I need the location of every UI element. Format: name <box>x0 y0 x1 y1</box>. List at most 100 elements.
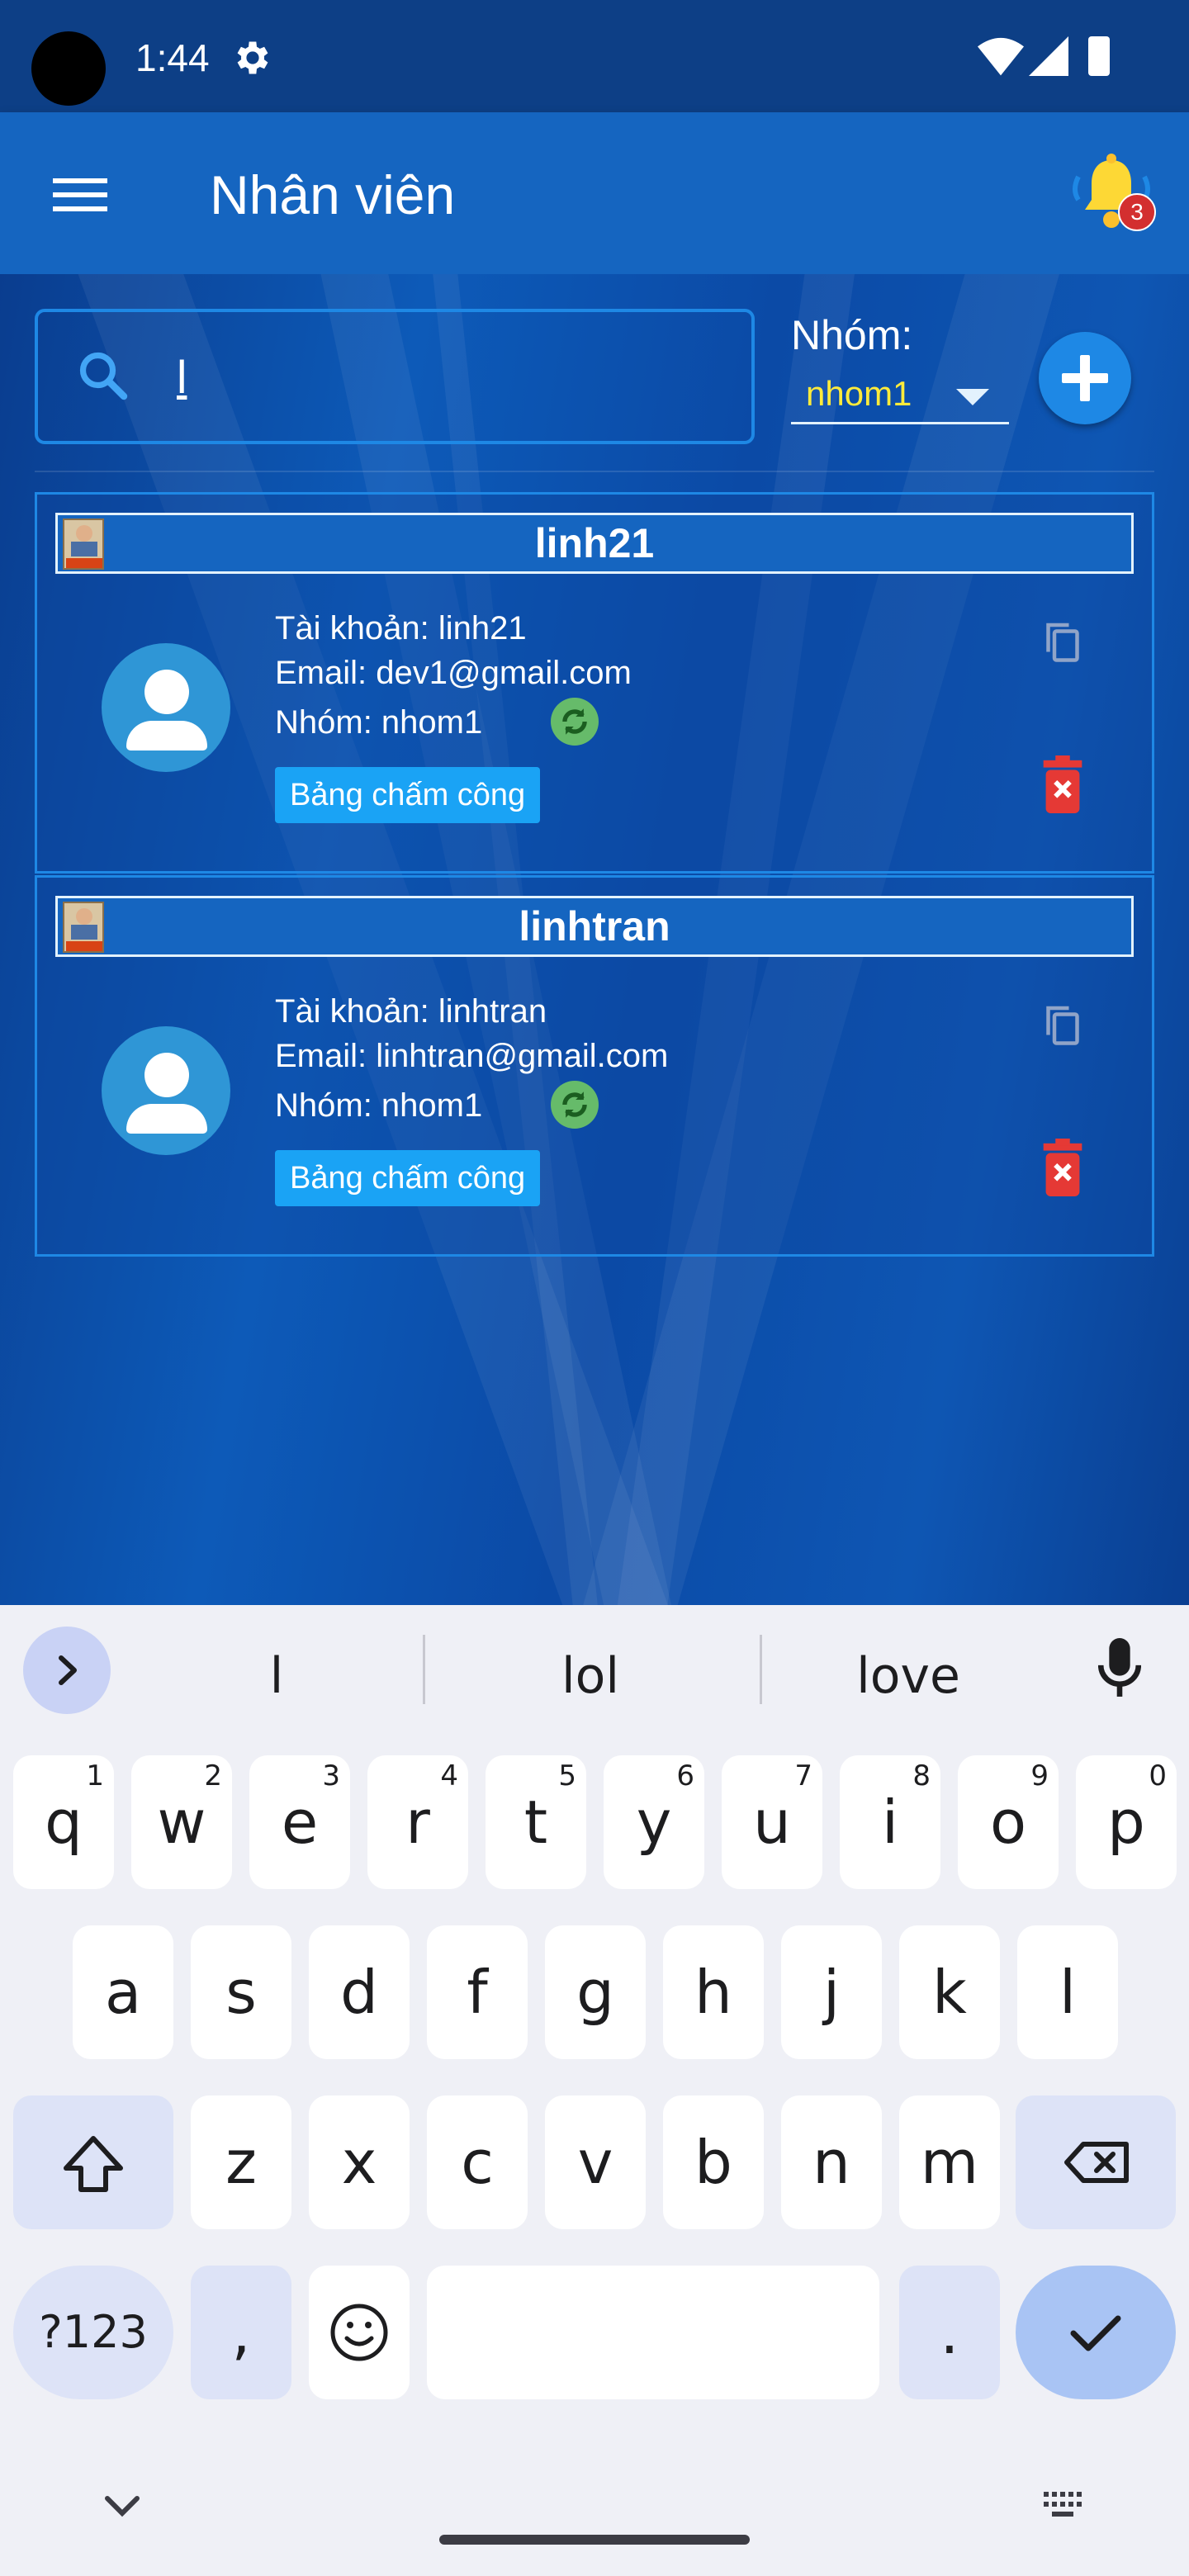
space-key[interactable] <box>427 2266 879 2399</box>
symbols-key[interactable]: ?123 <box>13 2266 173 2399</box>
period-key[interactable]: . <box>899 2266 1000 2399</box>
backspace-key[interactable] <box>1016 2095 1176 2229</box>
notification-count: 3 <box>1130 199 1144 225</box>
email-text: Email: dev1@gmail.com <box>275 655 632 691</box>
gesture-nav-handle[interactable] <box>439 2535 750 2545</box>
suggestion-item[interactable]: love <box>784 1636 1032 1716</box>
account-text: Tài khoản: linhtran <box>275 993 547 1030</box>
key-hint: 4 <box>440 1759 458 1792</box>
key-r[interactable]: r4 <box>367 1755 468 1889</box>
employee-card[interactable]: linh21 Tài khoản: linh21 Email: dev1@gma… <box>35 492 1154 874</box>
key-f[interactable]: f <box>427 1925 528 2059</box>
key-label: e <box>281 1788 319 1857</box>
notification-button[interactable]: 3 <box>1065 150 1158 243</box>
key-s[interactable]: s <box>191 1925 291 2059</box>
key-e[interactable]: e3 <box>249 1755 350 1889</box>
suggestion-divider <box>760 1635 762 1704</box>
microphone-icon[interactable] <box>1098 1638 1141 1701</box>
key-label: q <box>45 1788 83 1857</box>
group-dropdown[interactable]: nhom1 <box>791 367 1009 424</box>
sync-group-icon[interactable] <box>551 1081 599 1129</box>
key-k[interactable]: k <box>899 1925 1000 2059</box>
timesheet-button[interactable]: Bảng chấm công <box>275 1150 541 1206</box>
key-l[interactable]: l <box>1017 1925 1118 2059</box>
key-j[interactable]: j <box>781 1925 882 2059</box>
emoji-key[interactable] <box>309 2266 410 2399</box>
copy-icon[interactable] <box>1038 617 1087 666</box>
employee-card[interactable]: linhtran Tài khoản: linhtran Email: linh… <box>35 875 1154 1257</box>
enter-key[interactable] <box>1016 2266 1176 2399</box>
key-a[interactable]: a <box>73 1925 173 2059</box>
key-y[interactable]: y6 <box>604 1755 704 1889</box>
chevron-down-icon <box>956 389 989 405</box>
group-dropdown-value: nhom1 <box>806 374 912 413</box>
account-text: Tài khoản: linh21 <box>275 610 527 646</box>
signal-icon <box>1029 36 1068 76</box>
email-text: Email: linhtran@gmail.com <box>275 1038 669 1074</box>
menu-icon[interactable] <box>53 178 107 211</box>
key-n[interactable]: n <box>781 2095 882 2229</box>
key-hint: 3 <box>322 1759 340 1792</box>
add-employee-button[interactable] <box>1039 332 1131 424</box>
employee-card-header: linh21 <box>55 513 1134 574</box>
key-o[interactable]: o9 <box>958 1755 1059 1889</box>
key-label: p <box>1107 1788 1145 1857</box>
key-q[interactable]: q1 <box>13 1755 114 1889</box>
app-bar: Nhân viên 3 <box>0 112 1189 274</box>
key-b[interactable]: b <box>663 2095 764 2229</box>
key-g[interactable]: g <box>545 1925 646 2059</box>
key-z[interactable]: z <box>191 2095 291 2229</box>
suggestion-divider <box>423 1635 425 1704</box>
employee-card-header: linhtran <box>55 896 1134 957</box>
key-hint: 8 <box>912 1759 931 1792</box>
notification-badge: 3 <box>1118 193 1156 231</box>
sync-group-icon[interactable] <box>551 698 599 746</box>
delete-icon[interactable] <box>1038 1139 1087 1196</box>
backspace-icon <box>1064 2142 1129 2183</box>
key-t[interactable]: t5 <box>486 1755 586 1889</box>
hide-keyboard-icon[interactable] <box>101 2490 144 2520</box>
keyboard <box>0 1605 1189 2576</box>
key-h[interactable]: h <box>663 1925 764 2059</box>
key-hint: 2 <box>204 1759 222 1792</box>
content-area: l Nhóm: nhom1 linh21 Tài khoản: linh21 E… <box>0 274 1189 1605</box>
key-w[interactable]: w2 <box>131 1755 232 1889</box>
plus-icon <box>1039 332 1131 424</box>
key-hint: 7 <box>794 1759 812 1792</box>
key-x[interactable]: x <box>309 2095 410 2229</box>
group-text: Nhóm: nhom1 <box>275 704 483 741</box>
delete-icon[interactable] <box>1038 755 1087 813</box>
key-hint: 6 <box>676 1759 694 1792</box>
expand-toolbar-button[interactable] <box>23 1627 111 1714</box>
key-c[interactable]: c <box>427 2095 528 2229</box>
emoji-icon <box>330 2304 388 2361</box>
comma-key[interactable]: , <box>191 2266 291 2399</box>
copy-icon[interactable] <box>1038 1000 1087 1049</box>
key-u[interactable]: u7 <box>722 1755 822 1889</box>
timesheet-button[interactable]: Bảng chấm công <box>275 767 541 823</box>
key-label: u <box>753 1788 791 1857</box>
key-label: o <box>989 1788 1027 1857</box>
key-v[interactable]: v <box>545 2095 646 2229</box>
keyboard-switch-icon[interactable] <box>1040 2487 1090 2523</box>
employee-name: linh21 <box>534 520 655 566</box>
shift-key[interactable] <box>13 2095 173 2229</box>
key-m[interactable]: m <box>899 2095 1000 2229</box>
employee-name: linhtran <box>519 903 670 949</box>
battery-icon <box>1088 36 1110 76</box>
search-input[interactable]: l <box>177 348 187 406</box>
checkmark-icon <box>1070 2315 1121 2351</box>
suggestion-item[interactable]: lol <box>471 1636 710 1716</box>
key-hint: 5 <box>558 1759 576 1792</box>
search-box[interactable]: l <box>35 309 755 444</box>
suggestion-item[interactable]: l <box>157 1636 396 1716</box>
camera-cutout <box>31 31 106 106</box>
chevron-right-icon <box>59 1655 77 1685</box>
wifi-icon <box>978 37 1024 76</box>
key-i[interactable]: i8 <box>840 1755 940 1889</box>
divider <box>35 471 1154 472</box>
key-p[interactable]: p0 <box>1076 1755 1177 1889</box>
settings-gear-icon <box>237 41 268 74</box>
key-d[interactable]: d <box>309 1925 410 2059</box>
status-time: 1:44 <box>135 36 210 79</box>
